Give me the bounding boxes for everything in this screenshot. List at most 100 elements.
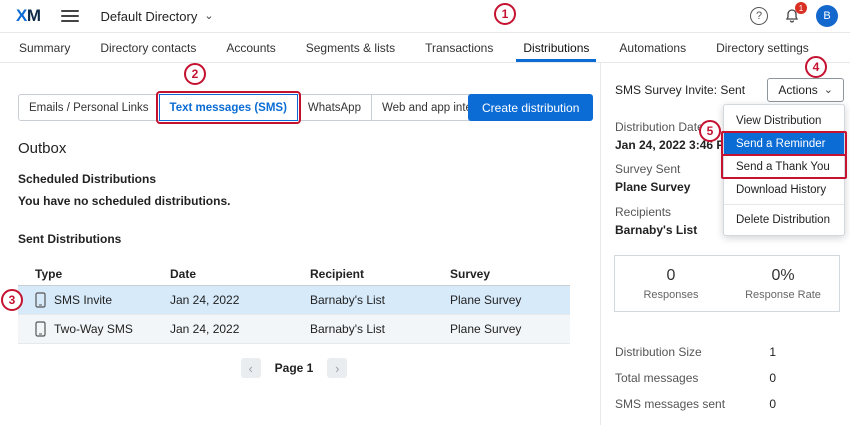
next-page-button[interactable]: › (327, 358, 347, 378)
menu-item-send-a-thank-you[interactable]: Send a Thank You (724, 155, 844, 178)
annotation-circle-1: 1 (494, 3, 516, 25)
topbar-actions: ? 1 B (750, 5, 838, 27)
phone-icon (35, 292, 46, 308)
avatar[interactable]: B (816, 5, 838, 27)
tab-distributions[interactable]: Distributions (508, 33, 604, 62)
column-header-date: Date (170, 267, 310, 281)
notification-badge: 1 (795, 2, 807, 14)
distribution-date-label: Distribution Date (615, 120, 704, 134)
xm-logo[interactable]: XM (16, 6, 41, 26)
cell-survey: Plane Survey (450, 293, 570, 307)
actions-button[interactable]: Actions ⌄ (767, 78, 844, 102)
tab-segments-lists[interactable]: Segments & lists (291, 33, 410, 62)
metric-value: 1 (769, 345, 776, 359)
phone-icon (35, 321, 46, 337)
menu-separator (724, 204, 844, 205)
menu-item-delete-distribution[interactable]: Delete Distribution (724, 208, 844, 231)
channel-label: WhatsApp (308, 102, 361, 114)
column-header-recipient: Recipient (310, 267, 450, 281)
channel-emails-personal-links[interactable]: Emails / Personal Links (18, 94, 160, 121)
recipients-value: Barnaby's List (615, 223, 697, 237)
distribution-date-value: Jan 24, 2022 3:46 PM (615, 138, 734, 152)
directory-tab-bar: Summary Directory contacts Accounts Segm… (0, 33, 850, 63)
response-rate-stat: 0% Response Rate (727, 256, 839, 311)
create-distribution-button[interactable]: Create distribution (468, 94, 593, 121)
metric-total-messages: Total messages 0 (615, 371, 776, 385)
sent-distributions-table: Type Date Recipient Survey SMS Invite Ja… (18, 262, 570, 344)
cell-recipient: Barnaby's List (310, 322, 450, 336)
directory-selector[interactable]: Default Directory ⌄ (101, 9, 214, 24)
menu-item-label: Send a Thank You (736, 161, 830, 173)
channel-whatsapp[interactable]: WhatsApp (297, 94, 372, 121)
channel-button-group: Emails / Personal Links Text messages (S… (18, 94, 514, 121)
actions-dropdown-menu: View Distribution Send a Reminder Send a… (723, 104, 845, 236)
top-bar: XM Default Directory ⌄ ? 1 B (0, 0, 850, 33)
cell-type: Two-Way SMS (35, 321, 170, 337)
tab-accounts[interactable]: Accounts (211, 33, 290, 62)
type-label: SMS Invite (54, 293, 112, 307)
tab-summary[interactable]: Summary (4, 33, 85, 62)
response-rate-value: 0% (771, 267, 794, 285)
survey-sent-value: Plane Survey (615, 180, 690, 194)
menu-item-send-a-reminder[interactable]: Send a Reminder (724, 132, 844, 155)
tab-directory-settings[interactable]: Directory settings (701, 33, 824, 62)
cell-survey: Plane Survey (450, 322, 570, 336)
pagination: ‹ Page 1 › (18, 358, 570, 378)
chevron-right-icon: › (335, 361, 339, 376)
table-header-row: Type Date Recipient Survey (18, 262, 570, 286)
sent-distributions-heading: Sent Distributions (18, 232, 121, 246)
metric-distribution-size: Distribution Size 1 (615, 345, 776, 359)
column-header-type: Type (35, 267, 170, 281)
metric-label: Total messages (615, 371, 698, 385)
tab-automations[interactable]: Automations (604, 33, 701, 62)
page-label: Page 1 (275, 361, 314, 375)
notifications-button[interactable]: 1 (784, 8, 800, 24)
help-icon[interactable]: ? (750, 7, 768, 25)
response-stats-box: 0 Responses 0% Response Rate (614, 255, 840, 312)
previous-page-button[interactable]: ‹ (241, 358, 261, 378)
outbox-title: Outbox (18, 140, 66, 157)
scheduled-distributions-heading: Scheduled Distributions (18, 172, 156, 186)
chevron-left-icon: ‹ (248, 361, 252, 376)
xm-logo-m: M (27, 6, 41, 25)
table-row-two-way-sms[interactable]: Two-Way SMS Jan 24, 2022 Barnaby's List … (18, 315, 570, 344)
response-rate-label: Response Rate (745, 289, 821, 301)
annotation-circle-5: 5 (699, 120, 721, 142)
cell-recipient: Barnaby's List (310, 293, 450, 307)
type-label: Two-Way SMS (54, 322, 133, 336)
column-header-survey: Survey (450, 267, 570, 281)
annotation-circle-2: 2 (184, 63, 206, 85)
metric-value: 0 (769, 397, 776, 411)
table-row-sms-invite[interactable]: SMS Invite Jan 24, 2022 Barnaby's List P… (18, 286, 570, 315)
directory-name: Default Directory (101, 9, 198, 24)
menu-item-label: Send a Reminder (736, 138, 826, 150)
menu-icon[interactable] (61, 7, 79, 25)
chevron-down-icon: ⌄ (824, 85, 833, 96)
menu-item-download-history[interactable]: Download History (724, 178, 844, 201)
responses-label: Responses (643, 289, 698, 301)
cell-date: Jan 24, 2022 (170, 293, 310, 307)
annotation-circle-4: 4 (805, 56, 827, 78)
responses-value: 0 (667, 267, 676, 285)
cell-date: Jan 24, 2022 (170, 322, 310, 336)
annotation-circle-3: 3 (1, 289, 23, 311)
menu-item-view-distribution[interactable]: View Distribution (724, 109, 844, 132)
channel-label: Emails / Personal Links (29, 102, 149, 114)
xm-logo-x: X (16, 6, 27, 25)
metric-label: Distribution Size (615, 345, 702, 359)
tab-transactions[interactable]: Transactions (410, 33, 508, 62)
channel-label: Text messages (SMS) (170, 102, 287, 114)
responses-stat: 0 Responses (615, 256, 727, 311)
chevron-down-icon: ⌄ (204, 11, 213, 22)
survey-sent-label: Survey Sent (615, 162, 680, 176)
actions-label: Actions (778, 83, 817, 97)
app-window: XM Default Directory ⌄ ? 1 B Summary Dir… (0, 0, 850, 425)
scheduled-empty-text: You have no scheduled distributions. (18, 194, 230, 208)
metric-sms-messages-sent: SMS messages sent 0 (615, 397, 776, 411)
metric-label: SMS messages sent (615, 397, 725, 411)
channel-text-messages-sms[interactable]: Text messages (SMS) (159, 94, 298, 121)
metric-value: 0 (769, 371, 776, 385)
cell-type: SMS Invite (35, 292, 170, 308)
detail-title: SMS Survey Invite: Sent (615, 83, 745, 97)
tab-directory-contacts[interactable]: Directory contacts (85, 33, 211, 62)
